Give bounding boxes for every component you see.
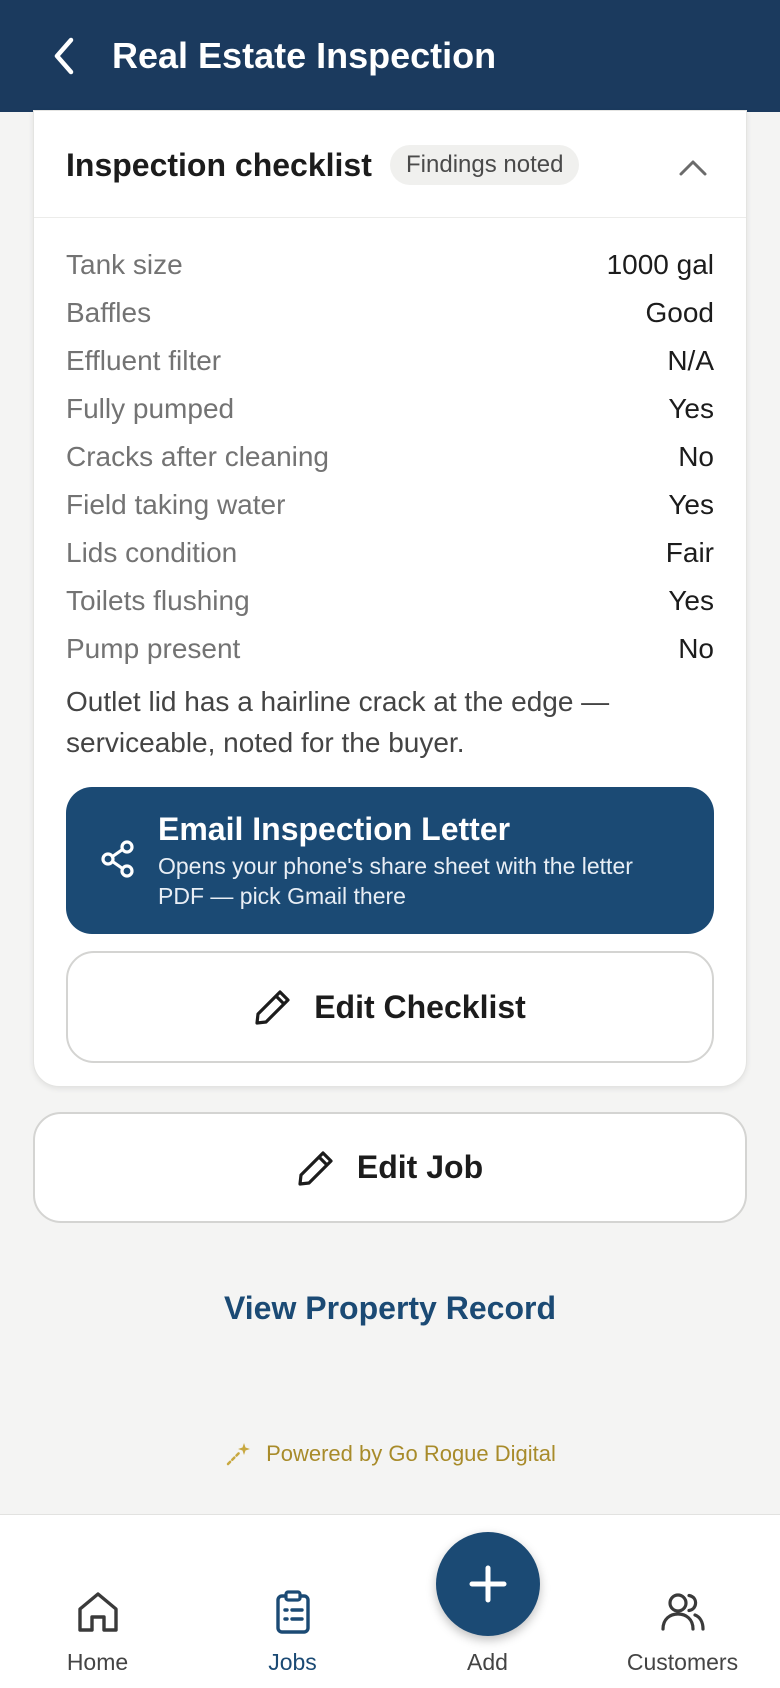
- checklist-row: Effluent filter N/A: [66, 337, 714, 385]
- checklist-row: Field taking water Yes: [66, 481, 714, 529]
- edit-job-button[interactable]: Edit Job: [33, 1112, 747, 1223]
- row-label: Tank size: [66, 249, 183, 280]
- row-label: Lids condition: [66, 537, 238, 568]
- view-property-record-link[interactable]: View Property Record: [0, 1286, 780, 1330]
- edit-checklist-button[interactable]: Edit Checklist: [66, 951, 714, 1063]
- row-label: Effluent filter: [66, 345, 222, 376]
- chevron-left-icon: [54, 37, 74, 75]
- row-label: Fully pumped: [66, 393, 235, 424]
- edit-checklist-label: Edit Checklist: [314, 988, 526, 1025]
- powered-by-footer: Powered by Go Rogue Digital: [0, 1440, 780, 1468]
- page-title: Real Estate Inspection: [112, 35, 497, 76]
- nav-label-add: Add: [467, 1649, 508, 1675]
- nav-item-customers[interactable]: Customers: [585, 1515, 780, 1688]
- nav-label-home: Home: [66, 1649, 129, 1675]
- powered-by-text: Powered by Go Rogue Digital: [266, 1441, 556, 1466]
- nav-item-jobs[interactable]: Jobs: [195, 1515, 390, 1688]
- inspection-checklist-card: Inspection checklist Findings noted Tank…: [33, 110, 747, 1087]
- checklist-row: Cracks after cleaning No: [66, 433, 714, 481]
- pencil-icon: [298, 1150, 333, 1186]
- share-icon: [101, 840, 134, 878]
- row-value: Yes: [668, 585, 714, 616]
- checklist-collapse-toggle[interactable]: Inspection checklist Findings noted: [34, 111, 746, 218]
- nav-item-home[interactable]: Home: [0, 1515, 195, 1688]
- row-label: Cracks after cleaning: [66, 441, 330, 472]
- row-value: No: [678, 633, 714, 664]
- app-header: Real Estate Inspection: [0, 0, 780, 112]
- users-icon: [661, 1593, 705, 1631]
- checklist-row: Pump present No: [66, 625, 714, 673]
- row-value: No: [678, 441, 714, 472]
- row-value: 1000 gal: [606, 249, 714, 280]
- pencil-icon: [255, 990, 290, 1025]
- sparkle-icon: [226, 1443, 251, 1466]
- chevron-up-icon: [679, 160, 707, 176]
- email-button-title: Email Inspection Letter: [158, 811, 511, 847]
- row-label: Field taking water: [66, 489, 286, 520]
- edit-job-label: Edit Job: [356, 1149, 484, 1185]
- row-label: Baffles: [66, 297, 152, 328]
- nav-label-jobs: Jobs: [268, 1649, 317, 1675]
- bottom-navigation: Home Jobs Add Customers: [0, 1514, 780, 1688]
- card-title: Inspection checklist: [66, 147, 372, 183]
- row-label: Toilets flushing: [66, 585, 250, 616]
- clipboard-list-icon: [276, 1590, 310, 1634]
- checklist-row: Toilets flushing Yes: [66, 577, 714, 625]
- row-label: Pump present: [66, 633, 241, 664]
- checklist-row: Baffles Good: [66, 289, 714, 337]
- row-value: Yes: [668, 489, 714, 520]
- nav-label-customers: Customers: [626, 1649, 739, 1675]
- plus-icon: [469, 1565, 507, 1603]
- home-icon: [78, 1592, 118, 1632]
- row-value: Good: [645, 297, 715, 328]
- row-value: N/A: [667, 345, 714, 376]
- add-button[interactable]: [436, 1532, 540, 1636]
- checklist-row: Tank size 1000 gal: [66, 241, 714, 289]
- email-button-subtitle: Opens your phone's share sheet with the …: [158, 853, 633, 909]
- checklist-rows: Tank size 1000 gal Baffles Good Effluent…: [66, 241, 714, 673]
- back-button[interactable]: [36, 28, 92, 84]
- row-value: Yes: [668, 393, 714, 424]
- findings-note: Outlet lid has a hairline crack at the e…: [66, 686, 610, 758]
- row-value: Fair: [665, 537, 714, 568]
- checklist-row: Fully pumped Yes: [66, 385, 714, 433]
- status-badge: Findings noted: [390, 145, 580, 185]
- checklist-row: Lids condition Fair: [66, 529, 714, 577]
- email-inspection-letter-button[interactable]: Email Inspection Letter Opens your phone…: [66, 787, 714, 934]
